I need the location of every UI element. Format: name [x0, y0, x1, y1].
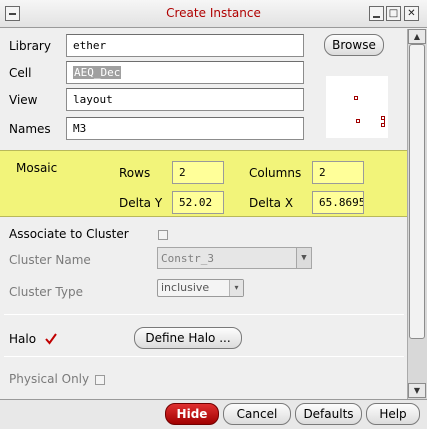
physical-only-checkbox[interactable]: [95, 375, 105, 385]
scroll-up-icon[interactable]: ▲: [408, 29, 426, 44]
help-button[interactable]: Help: [366, 403, 420, 425]
physical-only-label: Physical Only: [9, 372, 90, 386]
preview-dot: [354, 96, 358, 100]
hide-button[interactable]: Hide: [165, 403, 219, 425]
columns-input[interactable]: 2: [312, 161, 364, 184]
divider: [4, 314, 404, 315]
browse-button[interactable]: Browse: [324, 34, 384, 56]
delta-y-label: Delta Y: [119, 196, 163, 210]
rows-input[interactable]: 2: [172, 161, 224, 184]
cancel-button[interactable]: Cancel: [223, 403, 291, 425]
chevron-down-icon[interactable]: ▼: [296, 248, 311, 268]
scroll-down-icon[interactable]: ▼: [408, 383, 426, 398]
view-input[interactable]: layout: [66, 88, 304, 111]
delta-x-input[interactable]: 65.8695: [312, 191, 364, 214]
view-label: View: [9, 93, 38, 107]
cell-input[interactable]: AEQ_Dec: [66, 61, 304, 84]
mosaic-title: Mosaic: [16, 161, 58, 175]
delta-y-value: 52.02: [179, 196, 213, 209]
associate-cluster-checkbox[interactable]: [158, 230, 168, 240]
view-value: layout: [73, 93, 113, 106]
defaults-button[interactable]: Defaults: [295, 403, 362, 425]
associate-cluster-label: Associate to Cluster: [9, 227, 129, 241]
delta-x-value: 65.8695: [319, 196, 364, 209]
rows-label: Rows: [119, 166, 151, 180]
columns-label: Columns: [249, 166, 302, 180]
minimize-icon[interactable]: [369, 6, 384, 21]
scrollbar-thumb[interactable]: [409, 44, 425, 339]
names-label: Names: [9, 122, 51, 136]
cell-label: Cell: [9, 66, 32, 80]
names-input[interactable]: M3: [66, 117, 304, 140]
cluster-name-value: Constr_3: [161, 252, 214, 265]
delta-y-input[interactable]: 52.02: [172, 191, 224, 214]
cluster-name-combo[interactable]: Constr_3 ▼: [157, 247, 312, 269]
define-halo-button[interactable]: Define Halo ...: [134, 327, 242, 349]
delta-x-label: Delta X: [249, 196, 294, 210]
cluster-type-select[interactable]: inclusive ▾: [157, 279, 244, 297]
instance-preview: [326, 76, 388, 138]
rows-value: 2: [179, 166, 186, 179]
window-title: Create Instance: [166, 6, 261, 20]
checkmark-icon: [45, 333, 57, 345]
halo-checkbox[interactable]: [45, 333, 57, 345]
divider: [4, 356, 404, 357]
cell-value: AEQ_Dec: [73, 66, 122, 79]
columns-value: 2: [319, 166, 326, 179]
maximize-icon[interactable]: □: [386, 6, 401, 21]
preview-dot: [356, 119, 360, 123]
cluster-type-label: Cluster Type: [9, 285, 83, 299]
cluster-name-label: Cluster Name: [9, 253, 91, 267]
library-label: Library: [9, 39, 51, 53]
names-value: M3: [73, 122, 87, 135]
preview-edge: [384, 118, 385, 127]
chevron-down-icon[interactable]: ▾: [229, 280, 243, 296]
library-value: ether: [73, 39, 107, 52]
cluster-type-value: inclusive: [161, 281, 210, 294]
close-icon[interactable]: ✕: [404, 6, 419, 21]
halo-label: Halo: [9, 332, 37, 346]
library-input[interactable]: ether: [66, 34, 304, 57]
